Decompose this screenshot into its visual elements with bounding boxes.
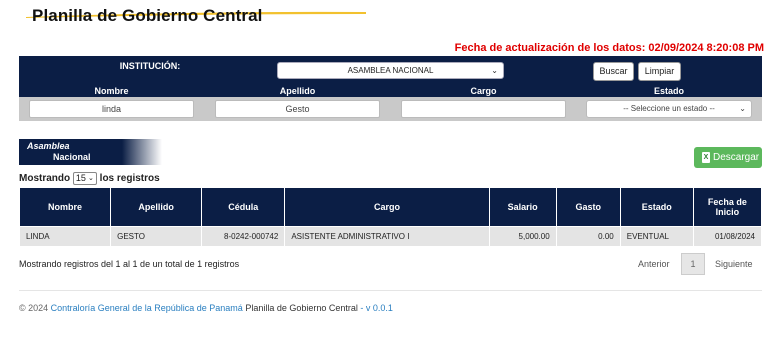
chevron-down-icon: ⌄ (88, 175, 94, 182)
cell-salario: 5,000.00 (489, 226, 556, 246)
footer: © 2024 Contraloría General de la Repúbli… (19, 303, 393, 313)
payroll-table: Nombre Apellido Cédula Cargo Salario Gas… (19, 188, 762, 246)
column-header-nombre[interactable]: Nombre (20, 188, 111, 226)
institucion-label: INSTITUCIÓN: (119, 61, 181, 71)
institution-badge-line1: Asamblea (27, 141, 70, 151)
app-name: Planilla de Gobierno Central (245, 303, 358, 313)
chevron-down-icon: ⌄ (739, 104, 746, 113)
buscar-button[interactable]: Buscar (593, 62, 634, 81)
table-header-row: Nombre Apellido Cédula Cargo Salario Gas… (20, 188, 761, 226)
cell-gasto: 0.00 (556, 226, 620, 246)
download-label: Descargar (713, 152, 760, 163)
cell-estado: EVENTUAL (620, 226, 693, 246)
cell-apellido: GESTO (111, 226, 202, 246)
cell-cedula: 8-0242-000742 (202, 226, 285, 246)
version-link[interactable]: - v 0.0.1 (360, 303, 393, 313)
cell-fecha-inicio: 01/08/2024 (693, 226, 761, 246)
column-header-salario[interactable]: Salario (489, 188, 556, 226)
contraloria-link[interactable]: Contraloría General de la República de P… (51, 303, 243, 313)
page-size-value: 15 (75, 173, 86, 183)
column-header-cedula[interactable]: Cédula (202, 188, 285, 226)
estado-select[interactable]: -- Seleccione un estado -- ⌄ (586, 100, 752, 118)
excel-file-icon: X (702, 152, 710, 163)
download-button[interactable]: X Descargar (694, 147, 762, 168)
apellido-input[interactable]: Gesto (215, 100, 380, 118)
page-title: Planilla de Gobierno Central (32, 6, 263, 25)
page-size-select[interactable]: 15 ⌄ (72, 172, 97, 185)
table-row: LINDA GESTO 8-0242-000742 ASISTENTE ADMI… (20, 226, 761, 246)
column-header-apellido[interactable]: Apellido (111, 188, 202, 226)
pagination-current-page[interactable]: 1 (681, 253, 705, 275)
column-header-estado[interactable]: Estado (620, 188, 693, 226)
footer-divider (19, 290, 762, 291)
column-header-cargo[interactable]: Cargo (285, 188, 489, 226)
estado-label: Estado (653, 86, 684, 96)
limpiar-button[interactable]: Limpiar (638, 62, 681, 81)
apellido-label: Apellido (279, 86, 316, 96)
nombre-label: Nombre (94, 86, 129, 96)
cell-nombre: LINDA (20, 226, 111, 246)
page-size-control: Mostrando 15 ⌄ los registros (19, 172, 160, 185)
institucion-select-value: ASAMBLEA NACIONAL (347, 66, 434, 75)
cargo-label: Cargo (470, 86, 497, 96)
records-info: Mostrando registros del 1 al 1 de un tot… (19, 259, 240, 269)
page-size-prefix: Mostrando (19, 173, 71, 185)
cargo-input[interactable] (401, 100, 566, 118)
copyright-text: © 2024 (19, 303, 49, 313)
column-header-fecha-inicio[interactable]: Fecha de Inicio (693, 188, 761, 226)
chevron-down-icon: ⌄ (491, 66, 498, 75)
estado-select-value: -- Seleccione un estado -- (623, 104, 715, 113)
nombre-input[interactable]: linda (29, 100, 194, 118)
page-size-suffix: los registros (99, 173, 160, 185)
cell-cargo: ASISTENTE ADMINISTRATIVO I (285, 226, 489, 246)
institution-badge: Asamblea Nacional (19, 139, 162, 165)
institution-badge-line2: Nacional (53, 152, 91, 162)
pagination-next[interactable]: Siguiente (715, 259, 753, 269)
institucion-select[interactable]: ASAMBLEA NACIONAL ⌄ (277, 62, 504, 79)
pagination-previous[interactable]: Anterior (638, 259, 670, 269)
update-timestamp: Fecha de actualización de los datos: 02/… (454, 42, 764, 54)
column-header-gasto[interactable]: Gasto (556, 188, 620, 226)
